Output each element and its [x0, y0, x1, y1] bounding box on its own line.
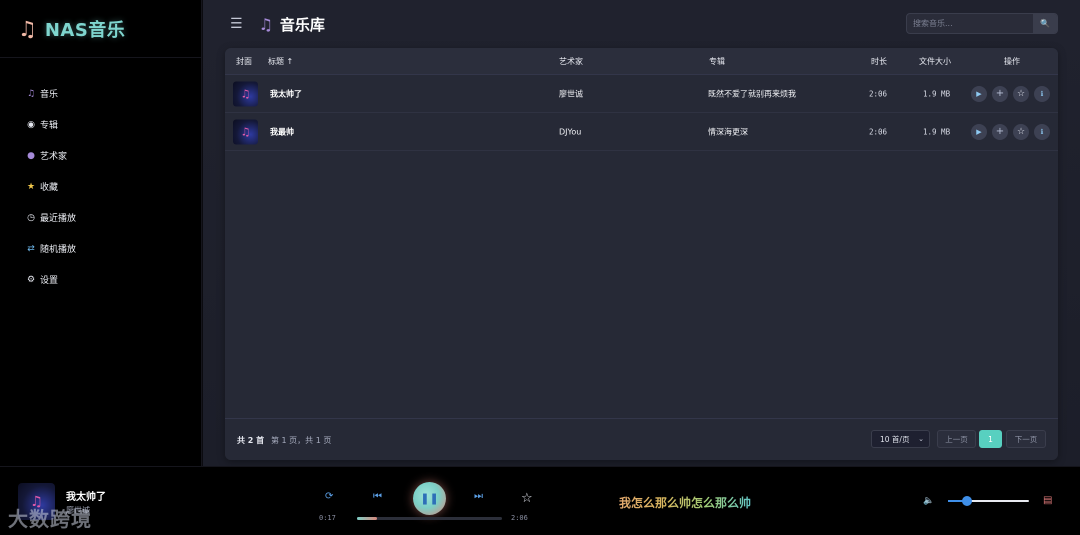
song-title: 我太帅了	[270, 89, 302, 98]
current-lyric: 我怎么那么帅怎么那么帅	[619, 496, 752, 510]
song-artist: 廖世诚	[559, 89, 583, 98]
add-icon[interactable]: +	[992, 123, 1008, 140]
music-table: 封面 标题 ↑ 艺术家 专辑 时长 文件大小 操作 ♫ 我太帅了 廖世诚 既然不…	[225, 48, 1058, 460]
sidebar: ♫ NAS音乐 ♫ 音乐 ◉ 专辑 ● 艺术家 ★ 收藏 ◷ 最近播放 ⇄ 随机…	[0, 0, 202, 466]
gear-icon: ⚙	[26, 274, 36, 285]
music-note-icon: ♫	[18, 16, 37, 41]
page-info: 第 1 页，共 1 页	[271, 436, 332, 445]
per-page-value: 10 首/页	[880, 434, 910, 444]
sidebar-item-artists[interactable]: ● 艺术家	[0, 140, 201, 171]
sidebar-item-label: 设置	[40, 276, 59, 286]
sidebar-item-label: 收藏	[40, 183, 59, 193]
song-size: 1.9 MB	[923, 127, 951, 136]
add-icon[interactable]: +	[992, 85, 1008, 102]
per-page-select[interactable]: 10 首/页 ⌄	[871, 430, 930, 448]
search-input[interactable]	[907, 14, 1033, 33]
music-icon: ♫	[26, 88, 36, 99]
info-icon[interactable]: ℹ	[1034, 85, 1050, 102]
sidebar-item-settings[interactable]: ⚙ 设置	[0, 264, 201, 295]
volume-icon[interactable]: 🔈	[923, 496, 934, 506]
player-bar: ♫ 我太帅了 廖世诚 大数跨境 ⟳ ⏮ ❚❚ ⏭ ☆ 0:17 2:06 我怎么…	[0, 466, 1080, 535]
now-playing-title: 我太帅了	[66, 492, 106, 503]
repeat-icon[interactable]: ⟳	[325, 491, 333, 502]
column-duration: 时长	[871, 56, 887, 66]
next-page-button[interactable]: 下一页	[1006, 430, 1046, 448]
column-cover: 封面	[236, 56, 252, 66]
sidebar-item-shuffle[interactable]: ⇄ 随机播放	[0, 233, 201, 264]
sidebar-nav: ♫ 音乐 ◉ 专辑 ● 艺术家 ★ 收藏 ◷ 最近播放 ⇄ 随机播放 ⚙ 设置	[0, 58, 201, 295]
disc-icon: ◉	[27, 119, 35, 130]
sidebar-item-albums[interactable]: ◉ 专辑	[0, 109, 201, 140]
column-actions: 操作	[1004, 56, 1020, 66]
chevron-down-icon: ⌄	[918, 435, 924, 443]
album-cover: ♫	[233, 119, 258, 144]
app-logo[interactable]: ♫ NAS音乐	[0, 0, 201, 58]
column-artist: 艺术家	[559, 56, 583, 66]
page-title: 音乐库	[279, 15, 325, 34]
row-actions: ▶ + ☆ ℹ	[971, 123, 1050, 140]
sidebar-item-label: 音乐	[40, 90, 59, 100]
hamburger-menu-icon[interactable]: ☰	[230, 16, 243, 32]
shuffle-icon: ⇄	[27, 243, 35, 254]
play-icon[interactable]: ▶	[971, 123, 987, 140]
playlist-icon[interactable]: ▤	[1043, 495, 1052, 506]
progress-fill	[357, 517, 378, 520]
person-icon: ●	[27, 150, 35, 161]
sidebar-item-label: 最近播放	[40, 214, 77, 224]
column-title[interactable]: 标题 ↑	[268, 56, 293, 67]
play-icon[interactable]: ▶	[971, 85, 987, 102]
song-duration: 2:06	[869, 127, 888, 136]
album-cover: ♫	[233, 81, 258, 106]
favorite-star-icon[interactable]: ☆	[521, 491, 533, 506]
search-box: 🔍	[906, 13, 1058, 34]
progress-bar[interactable]	[357, 517, 502, 520]
music-note-icon: ♫	[258, 14, 273, 34]
star-icon: ★	[26, 181, 36, 192]
info-icon[interactable]: ℹ	[1034, 123, 1050, 140]
table-row[interactable]: ♫ 我最帅 DJYou 情深海更深 2:06 1.9 MB ▶ + ☆ ℹ	[225, 113, 1058, 151]
app-name: NAS音乐	[44, 19, 126, 41]
song-size: 1.9 MB	[923, 89, 951, 98]
row-actions: ▶ + ☆ ℹ	[971, 85, 1050, 102]
total-time: 2:06	[511, 514, 528, 522]
song-artist: DJYou	[559, 127, 582, 136]
sidebar-item-recent[interactable]: ◷ 最近播放	[0, 202, 201, 233]
sidebar-item-label: 专辑	[40, 121, 59, 131]
top-bar: ☰ ♫ 音乐库 🔍	[203, 0, 1080, 48]
current-page-button[interactable]: 1	[979, 430, 1002, 448]
sidebar-item-label: 艺术家	[40, 152, 68, 162]
search-icon[interactable]: 🔍	[1033, 14, 1057, 33]
song-album: 情深海更深	[708, 127, 748, 136]
next-track-icon[interactable]: ⏭	[474, 491, 483, 502]
watermark-logo: 大数跨境	[8, 507, 92, 531]
pause-button[interactable]: ❚❚	[413, 482, 446, 515]
table-row[interactable]: ♫ 我太帅了 廖世诚 既然不爱了就别再来烦我 2:06 1.9 MB ▶ + ☆…	[225, 75, 1058, 113]
sidebar-item-music[interactable]: ♫ 音乐	[0, 78, 201, 109]
sidebar-item-label: 随机播放	[40, 245, 77, 255]
pagination-bar: 共 2 首 第 1 页，共 1 页 10 首/页 ⌄ 上一页 1 下一页	[225, 418, 1058, 460]
table-header: 封面 标题 ↑ 艺术家 专辑 时长 文件大小 操作	[225, 48, 1058, 75]
song-album: 既然不爱了就别再来烦我	[708, 89, 796, 98]
star-icon[interactable]: ☆	[1013, 85, 1029, 102]
prev-page-button[interactable]: 上一页	[937, 430, 976, 448]
volume-slider[interactable]	[948, 500, 1029, 502]
clock-icon: ◷	[27, 212, 35, 223]
previous-track-icon[interactable]: ⏮	[373, 491, 382, 502]
volume-handle[interactable]	[962, 496, 972, 506]
sidebar-item-favorites[interactable]: ★ 收藏	[0, 171, 201, 202]
star-icon[interactable]: ☆	[1013, 123, 1029, 140]
main-content: ☰ ♫ 音乐库 🔍 封面 标题 ↑ 艺术家 专辑 时长 文件大小 操作 ♫ 我太…	[203, 0, 1080, 466]
song-title: 我最帅	[270, 127, 294, 136]
total-count: 共 2 首	[237, 436, 265, 445]
song-duration: 2:06	[869, 89, 888, 98]
current-time: 0:17	[319, 514, 336, 522]
column-size: 文件大小	[919, 56, 951, 66]
column-album: 专辑	[709, 56, 725, 66]
